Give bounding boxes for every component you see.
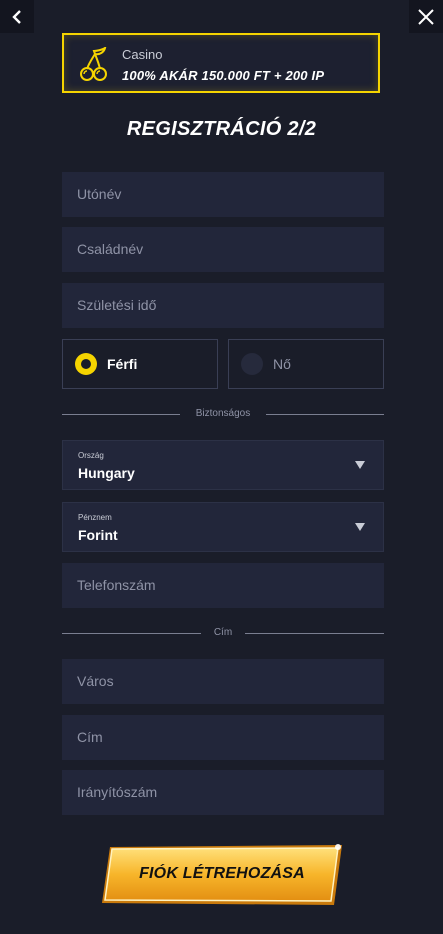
security-divider: Biztonságos [62, 407, 384, 421]
create-account-button[interactable]: FIÓK LÉTREHOZÁSA [100, 843, 344, 907]
promo-offer: 100% AKÁR 150.000 FT + 200 IP [122, 68, 325, 83]
gender-male-label: Férfi [107, 356, 138, 372]
last-name-placeholder: Családnév [77, 241, 144, 257]
zip-field[interactable]: Irányítószám [62, 770, 384, 815]
phone-field[interactable]: Telefonszám [62, 563, 384, 608]
caret-down-icon [355, 461, 365, 469]
currency-value: Forint [78, 527, 118, 543]
currency-label: Pénznem [78, 513, 112, 522]
zip-placeholder: Irányítószám [77, 784, 158, 800]
radio-selected-icon [75, 353, 97, 375]
city-field[interactable]: Város [62, 659, 384, 704]
first-name-field[interactable]: Utónév [62, 172, 384, 217]
address-divider: Cím [62, 626, 384, 640]
divider-line [266, 414, 384, 415]
city-placeholder: Város [77, 673, 114, 689]
create-account-label: FIÓK LÉTREHOZÁSA [139, 865, 305, 882]
cherry-icon [80, 47, 107, 81]
last-name-field[interactable]: Családnév [62, 227, 384, 272]
gender-female-label: Nő [273, 356, 291, 372]
close-icon [418, 8, 434, 25]
phone-placeholder: Telefonszám [77, 577, 156, 593]
first-name-placeholder: Utónév [77, 186, 122, 202]
gender-male-radio[interactable]: Férfi [62, 339, 218, 389]
gender-female-radio[interactable]: Nő [228, 339, 384, 389]
back-button[interactable] [0, 0, 34, 33]
currency-select[interactable]: Pénznem Forint [62, 502, 384, 552]
divider-line [245, 633, 384, 634]
birth-date-placeholder: Születési idő [77, 297, 157, 313]
page-title: REGISZTRÁCIÓ 2/2 [126, 118, 317, 140]
country-select[interactable]: Ország Hungary [62, 440, 384, 490]
radio-unselected-icon [241, 353, 263, 375]
promo-banner[interactable]: Casino 100% AKÁR 150.000 FT + 200 IP [62, 33, 380, 93]
close-button[interactable] [409, 0, 443, 33]
country-value: Hungary [78, 465, 135, 481]
street-placeholder: Cím [77, 729, 103, 745]
promo-category: Casino [122, 47, 163, 62]
street-field[interactable]: Cím [62, 715, 384, 760]
country-label: Ország [78, 451, 104, 460]
caret-down-icon [355, 523, 365, 531]
birth-date-field[interactable]: Születési idő [62, 283, 384, 328]
chevron-left-icon [12, 9, 21, 24]
